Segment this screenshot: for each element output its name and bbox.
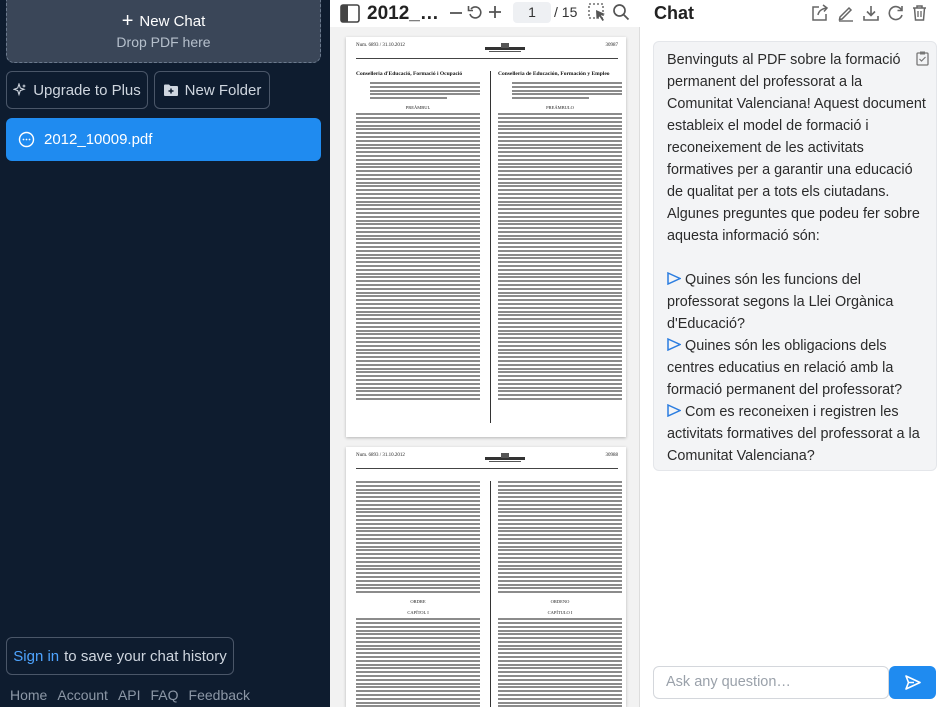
column-spanish: Conselleria de Educación, Formación y Em…	[498, 71, 622, 402]
column-divider	[490, 481, 491, 707]
reset-zoom-icon[interactable]	[467, 4, 484, 21]
play-arrow-icon	[667, 337, 682, 352]
select-area-icon[interactable]	[588, 3, 607, 22]
file-item[interactable]: 2012_10009.pdf	[6, 118, 321, 161]
suggested-question[interactable]: Quines són les obligacions dels centres …	[667, 335, 926, 401]
play-arrow-icon	[667, 403, 682, 418]
page-number-left: Num. 6893 / 31.10.2012	[356, 453, 405, 458]
new-folder-label: New Folder	[184, 81, 262, 99]
footer-link-faq[interactable]: FAQ	[151, 687, 179, 703]
section-title: PREÀMBUL	[405, 105, 431, 111]
new-chat-row: + New Chat	[121, 10, 206, 32]
pdf-page-1: Num. 6893 / 31.10.2012 30987 Conselleria…	[346, 37, 626, 437]
header-rule	[356, 468, 618, 469]
page-number-right: 30987	[605, 43, 618, 48]
section-title: PREÁMBULO	[546, 105, 574, 111]
sign-in-link[interactable]: Sign in	[13, 648, 59, 665]
question-text: Com es reconeixen i registren les activi…	[667, 404, 920, 464]
share-icon[interactable]	[811, 4, 830, 22]
intro-text: Benvinguts al PDF sobre la formació perm…	[667, 52, 926, 244]
section-title: ORDENO	[550, 599, 570, 605]
upgrade-button[interactable]: Upgrade to Plus	[6, 71, 148, 109]
order-summary	[370, 82, 480, 100]
body-text	[498, 481, 622, 594]
play-arrow-icon	[667, 271, 682, 286]
body-text	[356, 481, 480, 594]
column-valencian: ORDRE CAPÍTOL I	[356, 481, 480, 707]
chapter-title: CAPÍTULO I	[547, 610, 573, 616]
new-folder-button[interactable]: New Folder	[154, 71, 270, 109]
question-text: Quines són les obligacions dels centres …	[667, 338, 903, 398]
send-button[interactable]	[889, 666, 936, 699]
government-crest-icon	[485, 43, 526, 52]
zoom-out-icon[interactable]	[448, 5, 464, 21]
send-icon	[904, 675, 921, 690]
question-text: Quines són les funcions del professorat …	[667, 272, 894, 332]
sparkle-icon	[13, 83, 27, 97]
column-valencian: Conselleria d'Educació, Formació i Ocupa…	[356, 71, 480, 402]
chapter-title: CAPÍTOL I	[407, 610, 429, 616]
upgrade-label: Upgrade to Plus	[33, 81, 141, 99]
body-text	[356, 113, 480, 400]
body-text	[498, 113, 622, 400]
footer-link-home[interactable]: Home	[10, 687, 47, 703]
pdf-viewer: 2012_… 1 / 15 Num. 6893 / 31.10.2012 309…	[330, 0, 640, 707]
chat-title: Chat	[654, 3, 694, 23]
column-spanish: ORDENO CAPÍTULO I	[498, 481, 622, 707]
section-title: ORDRE	[410, 599, 426, 605]
plus-icon: +	[121, 10, 134, 32]
body-text	[498, 618, 622, 707]
sign-in-text: to save your chat history	[64, 647, 227, 665]
page-header: Num. 6893 / 31.10.2012 30988	[346, 447, 626, 465]
pdf-toolbar: 2012_… 1 / 15	[330, 0, 640, 27]
new-chat-dropzone[interactable]: + New Chat Drop PDF here	[6, 0, 321, 63]
app: + New Chat Drop PDF here Upgrade to Plus…	[0, 0, 945, 707]
pdf-title: 2012_…	[367, 3, 439, 24]
suggested-question[interactable]: Com es reconeixen i registren les activi…	[667, 401, 926, 467]
column-heading: Conselleria de Educación, Formación y Em…	[498, 71, 610, 77]
assistant-message: Benvinguts al PDF sobre la formació perm…	[653, 41, 937, 471]
pdf-page-2: Num. 6893 / 31.10.2012 30988 ORDRE CAPÍT…	[346, 447, 626, 707]
zoom-in-icon[interactable]	[487, 4, 503, 20]
file-name: 2012_10009.pdf	[44, 131, 153, 148]
footer-link-account[interactable]: Account	[57, 687, 108, 703]
drop-pdf-hint: Drop PDF here	[116, 33, 211, 50]
page-number-right: 30988	[605, 453, 618, 458]
column-heading: Conselleria d'Educació, Formació i Ocupa…	[356, 71, 463, 77]
new-chat-label: New Chat	[139, 12, 206, 30]
folder-plus-icon	[163, 84, 178, 96]
refresh-icon[interactable]	[887, 4, 905, 22]
column-divider	[490, 71, 491, 423]
footer-links: Home Account API FAQ Feedback	[10, 687, 250, 703]
body-text	[356, 618, 480, 707]
suggested-question[interactable]: Quines són les funcions del professorat …	[667, 269, 926, 335]
page-total: / 15	[554, 4, 578, 20]
search-icon[interactable]	[612, 3, 630, 21]
footer-link-api[interactable]: API	[118, 687, 141, 703]
page-number-input[interactable]: 1	[513, 2, 551, 23]
chat-bubble-icon	[18, 131, 35, 148]
page-header: Num. 6893 / 31.10.2012 30987	[346, 37, 626, 55]
chat-input[interactable]: Ask any question…	[653, 666, 889, 699]
clipboard-icon[interactable]	[916, 51, 929, 66]
trash-icon[interactable]	[911, 4, 928, 22]
page-number-left: Num. 6893 / 31.10.2012	[356, 43, 405, 48]
chat-panel: Chat Benvinguts al PDF sobre la formació…	[640, 0, 945, 707]
download-icon[interactable]	[862, 4, 880, 22]
sidebar-toggle-icon[interactable]	[340, 4, 360, 23]
sidebar: + New Chat Drop PDF here Upgrade to Plus…	[0, 0, 330, 707]
government-crest-icon	[485, 453, 526, 462]
edit-icon[interactable]	[837, 4, 855, 22]
order-summary	[512, 82, 622, 100]
sign-in-banner: Sign in to save your chat history	[6, 637, 234, 675]
header-rule	[356, 58, 618, 59]
footer-link-feedback[interactable]: Feedback	[189, 687, 250, 703]
